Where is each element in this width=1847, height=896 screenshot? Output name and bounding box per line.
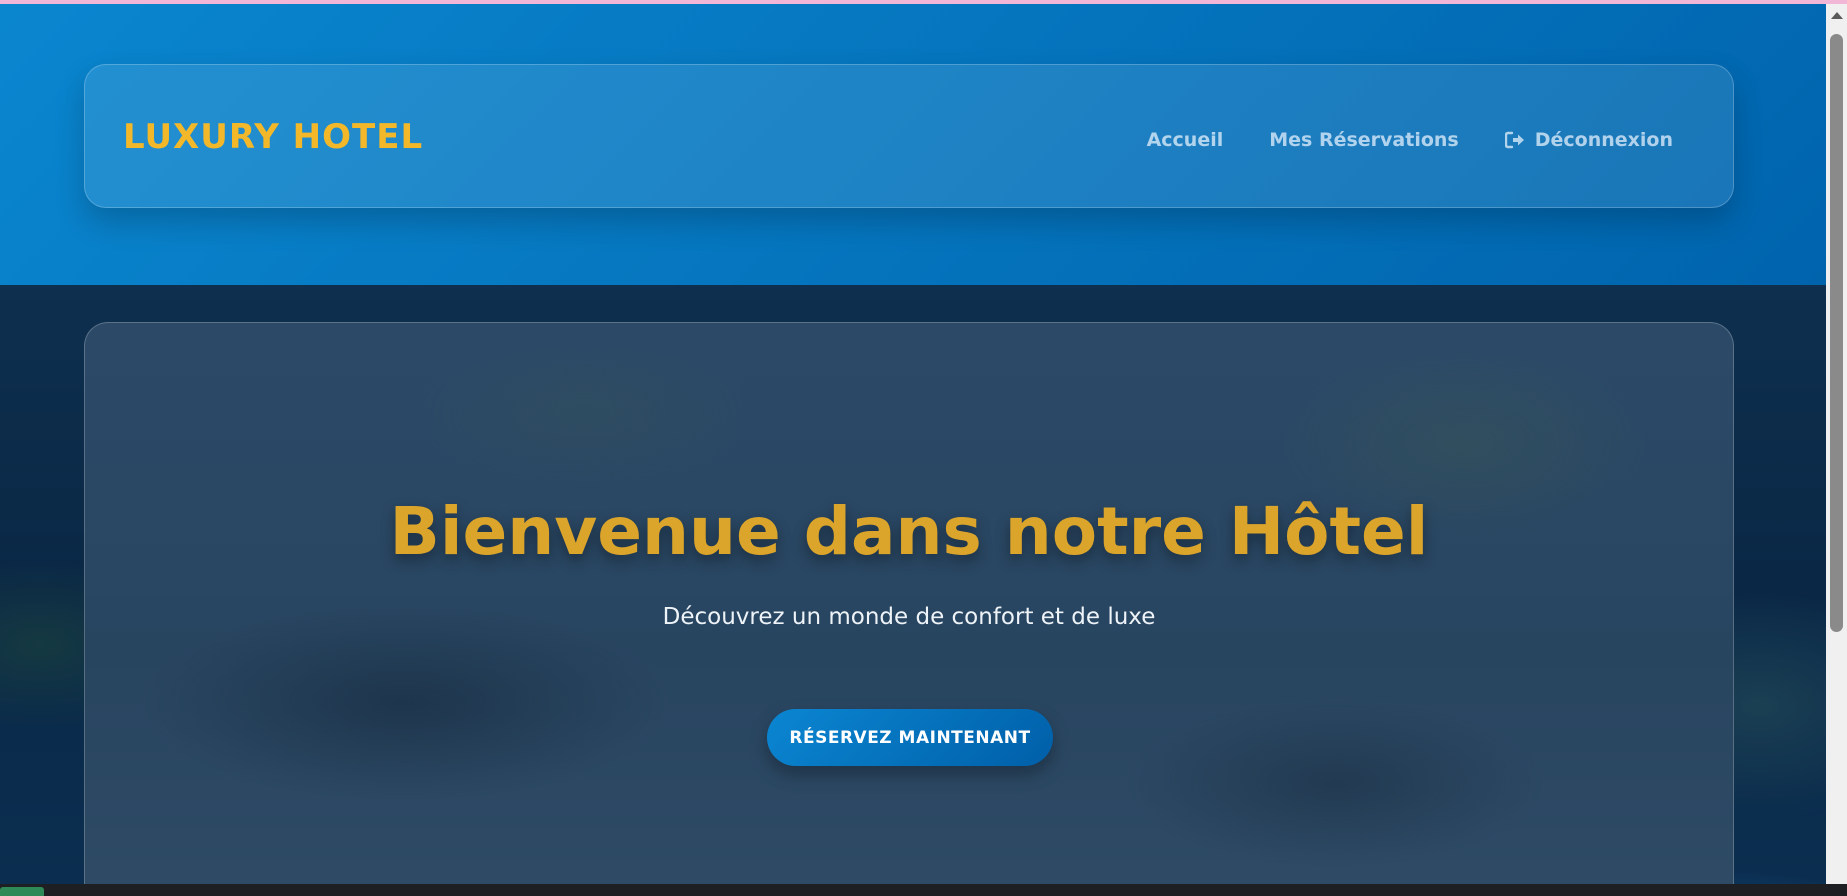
book-now-button[interactable]: RÉSERVEZ MAINTENANT bbox=[767, 709, 1053, 766]
nav-link-accueil[interactable]: Accueil bbox=[1147, 129, 1224, 151]
scroll-up-arrow-icon[interactable] bbox=[1831, 12, 1843, 19]
brand-logo[interactable]: LUXURY HOTEL bbox=[123, 117, 423, 157]
nav-links: Accueil Mes Réservations Déconnexion bbox=[1147, 125, 1673, 155]
site-header: LUXURY HOTEL Accueil Mes Réservations Dé… bbox=[0, 4, 1826, 285]
scrollbar-thumb[interactable] bbox=[1830, 34, 1843, 632]
taskbar-app-icon[interactable] bbox=[0, 887, 44, 896]
nav-link-mes-reservations[interactable]: Mes Réservations bbox=[1269, 129, 1459, 151]
nav-link-deconnexion[interactable]: Déconnexion bbox=[1504, 129, 1673, 151]
taskbar bbox=[0, 884, 1847, 896]
navbar: LUXURY HOTEL Accueil Mes Réservations Dé… bbox=[84, 64, 1734, 208]
nav-link-label: Accueil bbox=[1146, 129, 1224, 151]
nav-link-label: Mes Réservations bbox=[1269, 129, 1459, 151]
hero-card: Bienvenue dans notre Hôtel Découvrez un … bbox=[84, 322, 1734, 896]
vertical-scrollbar[interactable] bbox=[1826, 4, 1847, 884]
hero-subtitle: Découvrez un monde de confort et de luxe bbox=[662, 604, 1156, 630]
nav-link-label: Déconnexion bbox=[1534, 129, 1673, 151]
logout-icon bbox=[1504, 131, 1524, 149]
hero-title: Bienvenue dans notre Hôtel bbox=[389, 493, 1429, 570]
